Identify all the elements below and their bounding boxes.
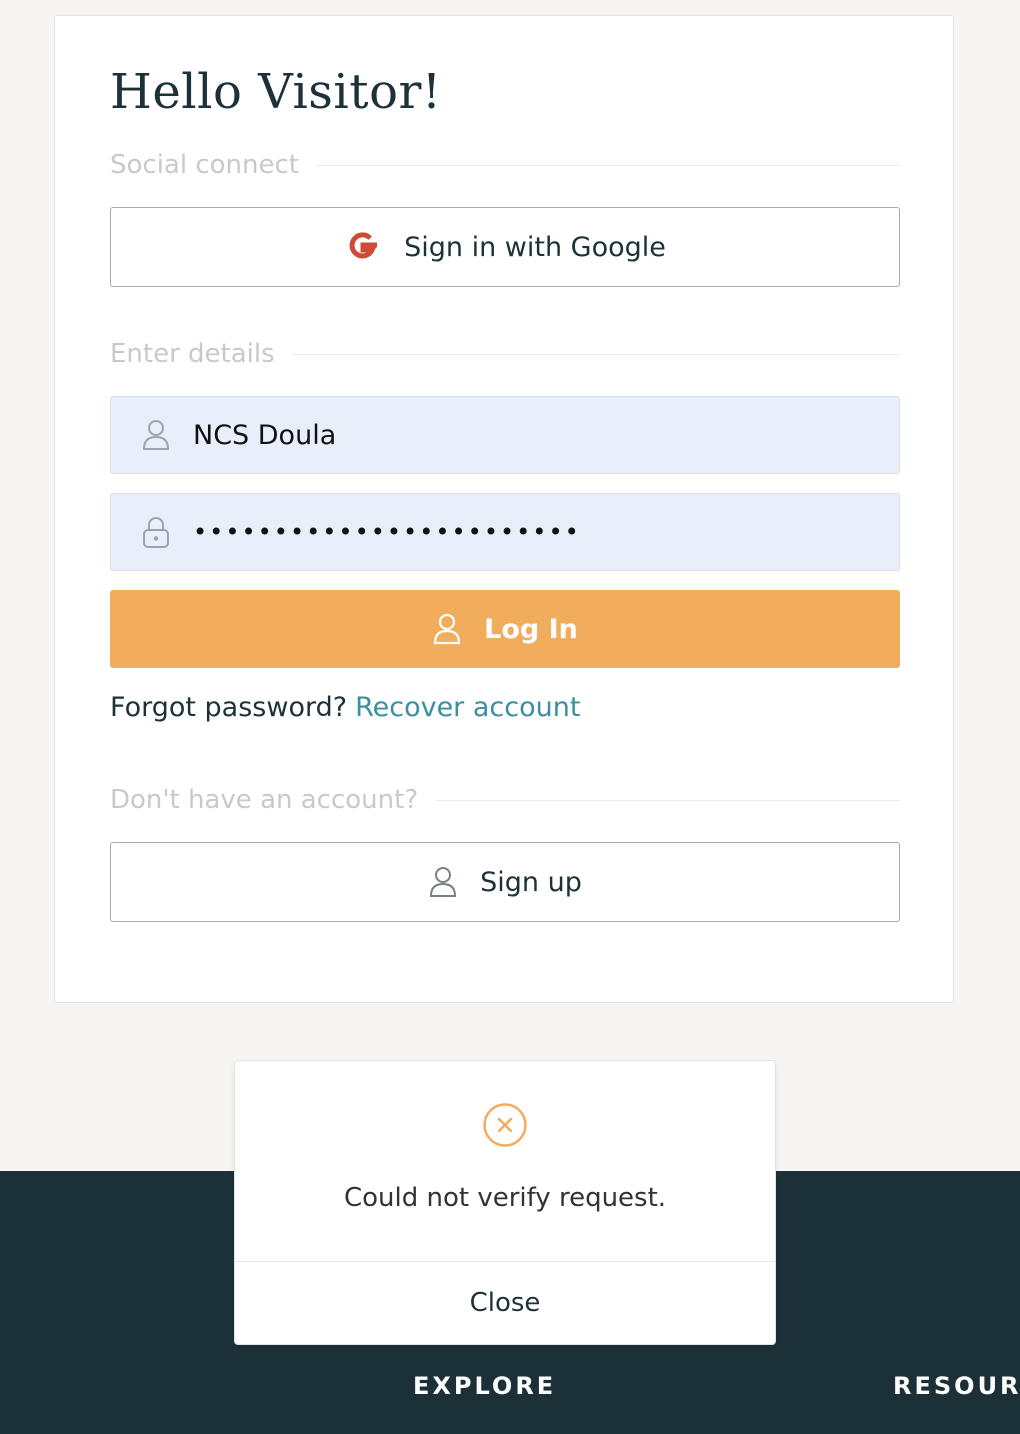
login-button[interactable]: Log In <box>110 590 900 668</box>
enter-details-divider: Enter details <box>110 339 900 369</box>
user-icon <box>430 867 457 897</box>
no-account-label: Don't have an account? <box>110 785 419 815</box>
social-connect-label: Social connect <box>110 150 299 180</box>
user-icon <box>142 420 170 450</box>
divider-line <box>436 799 900 801</box>
page-title: Hello Visitor! <box>110 64 442 120</box>
footer-nav-resources[interactable]: RESOURC <box>893 1372 1020 1400</box>
enter-details-label: Enter details <box>110 339 275 369</box>
google-signin-label: Sign in with Google <box>404 231 666 263</box>
google-signin-button[interactable]: Sign in with Google <box>110 207 900 287</box>
login-button-label: Log In <box>484 613 578 645</box>
error-message: Could not verify request. <box>343 1183 667 1213</box>
divider-line <box>292 353 900 355</box>
google-icon <box>349 232 378 259</box>
no-account-divider: Don't have an account? <box>110 785 900 815</box>
forgot-password-row: Forgot password? Recover account <box>110 692 580 723</box>
footer-nav-explore[interactable]: EXPLORE <box>413 1372 556 1400</box>
lock-icon <box>143 517 169 548</box>
error-dialog: Could not verify request. Close <box>234 1060 776 1345</box>
divider-line <box>317 164 900 166</box>
username-input[interactable] <box>193 397 883 473</box>
user-icon <box>434 613 461 645</box>
x-circle-icon <box>483 1103 527 1147</box>
forgot-password-text: Forgot password? <box>110 692 348 723</box>
login-card: Hello Visitor! Social connect Sign in wi… <box>54 15 954 1003</box>
password-input[interactable] <box>193 494 883 570</box>
signup-button[interactable]: Sign up <box>110 842 900 922</box>
username-field-wrapper <box>110 396 900 474</box>
signup-button-label: Sign up <box>480 866 582 898</box>
recover-account-link[interactable]: Recover account <box>355 692 580 723</box>
social-connect-divider: Social connect <box>110 150 900 180</box>
close-button[interactable]: Close <box>235 1262 775 1344</box>
password-field-wrapper <box>110 493 900 571</box>
